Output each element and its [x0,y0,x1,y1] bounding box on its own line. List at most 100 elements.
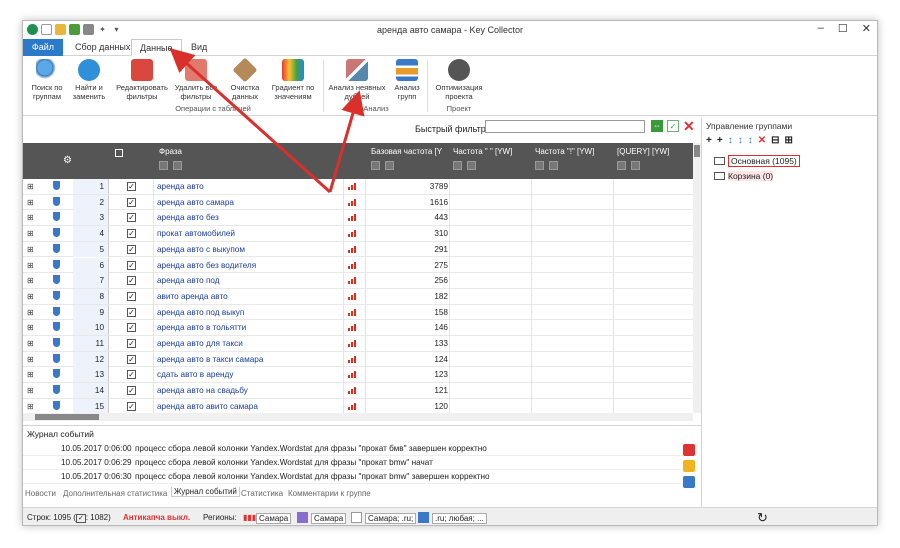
wordstat-bars-icon[interactable] [348,387,356,395]
sort-desc-icon[interactable]: ↕ [738,135,743,146]
filter-check-icon[interactable]: ✓ [667,120,679,132]
table-row[interactable]: ⊞ 4 ✓ прокат автомобилей 310 [23,226,693,242]
search-groups-button[interactable]: Поиск по группам [27,59,67,101]
row-checkbox[interactable]: ✓ [127,386,136,396]
column-base-freq[interactable]: Базовая частота [Y [371,147,442,156]
phrase-cell[interactable]: аренда авто авито самара [157,399,258,413]
apply-filter-icon[interactable]: ⇔ [651,120,663,132]
quick-filter-input[interactable] [485,120,645,133]
row-checkbox[interactable]: ✓ [127,260,136,270]
column-filter-icon[interactable] [159,161,168,170]
table-row[interactable]: ⊞ 14 ✓ аренда авто на свадьбу 121 [23,383,693,399]
wordstat-bars-icon[interactable] [348,214,356,222]
edit-filters-button[interactable]: Редактировать фильтры [115,59,169,101]
table-row[interactable]: ⊞ 8 ✓ авито аренда авто 182 [23,288,693,305]
gradient-button[interactable]: Градиент по значениям [269,59,317,101]
row-checkbox[interactable]: ✓ [127,339,136,348]
row-checkbox[interactable]: ✓ [127,291,136,301]
table-row[interactable]: ⊞ 13 ✓ сдать авто в аренду 123 [23,367,693,384]
region-yandex[interactable]: Самара; .ru; [365,513,417,524]
tab-stats[interactable]: Статистика [241,489,283,498]
column-settings-icon[interactable]: ⚙ [63,155,72,166]
wordstat-bars-icon[interactable] [348,308,356,316]
table-row[interactable]: ⊞ 9 ✓ аренда авто под выкуп 158 [23,304,693,321]
tab-extra-stats[interactable]: Дополнительная статистика [63,489,167,498]
expand-row-icon[interactable]: ⊞ [27,308,34,317]
phrase-cell[interactable]: аренда авто без водителя [157,258,256,273]
column-quote-freq[interactable]: Частота " " [YW] [453,147,512,156]
tab-group-comments[interactable]: Комментарии к группе [288,489,371,498]
phrase-cell[interactable]: аренда авто [157,179,204,194]
table-row[interactable]: ⊞ 5 ✓ аренда авто с выкупом 291 [23,241,693,258]
expand-row-icon[interactable]: ⊞ [27,402,34,411]
group-item-main[interactable]: Основная (1095) [714,155,800,167]
column-filter-clear-icon[interactable] [631,161,640,170]
phrase-cell[interactable]: авито аренда авто [157,289,228,304]
horizontal-scrollbar[interactable] [23,413,693,421]
phrase-cell[interactable]: аренда авто под [157,273,220,288]
column-filter-clear-icon[interactable] [385,161,394,170]
sort-asc-icon[interactable]: ↕ [728,135,733,146]
expand-row-icon[interactable]: ⊞ [27,339,34,348]
wordstat-bars-icon[interactable] [348,183,356,190]
row-checkbox[interactable]: ✓ [127,182,136,191]
wordstat-bars-icon[interactable] [348,277,356,285]
column-filter-icon[interactable] [617,161,626,170]
optimize-project-button[interactable]: Оптимизация проекта [431,59,487,101]
maximize-icon[interactable]: ☐ [838,22,848,35]
expand-row-icon[interactable]: ⊞ [27,182,34,191]
table-row[interactable]: ⊞ 3 ✓ аренда авто без 443 [23,210,693,227]
row-checkbox[interactable]: ✓ [127,354,136,364]
phrase-cell[interactable]: аренда авто в тольятти [157,320,246,335]
analyze-groups-button[interactable]: Анализ групп [389,59,425,101]
warning-filter-icon[interactable] [683,460,695,472]
table-row[interactable]: ⊞ 12 ✓ аренда авто в такси самара 124 [23,351,693,368]
column-phrase[interactable]: Фраза [159,147,182,156]
expand-row-icon[interactable]: ⊞ [27,323,34,332]
tab-view[interactable]: Вид [183,39,215,56]
wordstat-bars-icon[interactable] [348,340,356,347]
add-group-icon[interactable]: + [706,135,712,146]
add-subgroup-icon[interactable]: + [717,135,723,146]
column-filter-icon[interactable] [453,161,462,170]
collapse-icon[interactable]: ⊟ [771,135,779,146]
wordstat-bars-icon[interactable] [348,261,356,269]
row-checkbox[interactable]: ✓ [127,197,136,207]
minimize-icon[interactable]: – [818,22,824,35]
sort-icon[interactable]: ↕ [748,135,753,146]
row-checkbox[interactable]: ✓ [127,307,136,317]
wordstat-bars-icon[interactable] [348,245,356,253]
wordstat-bars-icon[interactable] [348,324,356,332]
expand-row-icon[interactable]: ⊞ [27,276,34,285]
tab-data[interactable]: Данные [131,39,182,56]
phrase-cell[interactable]: прокат автомобилей [157,226,235,241]
anticaptcha-status[interactable]: Антикапча выкл. [123,513,190,522]
region-wordstat[interactable]: Самара [256,513,292,524]
column-excl-freq[interactable]: Частота "!" [YW] [535,147,594,156]
delete-group-icon[interactable]: ✕ [758,135,766,146]
wordstat-bars-icon[interactable] [348,355,356,363]
tab-file[interactable]: Файл [23,39,63,56]
wordstat-bars-icon[interactable] [348,198,356,206]
column-filter-clear-icon[interactable] [549,161,558,170]
expand-row-icon[interactable]: ⊞ [27,198,34,207]
analyze-duplicates-button[interactable]: Анализ неявных дублей [327,59,387,101]
row-checkbox[interactable]: ✓ [127,370,136,380]
expand-row-icon[interactable]: ⊞ [27,292,34,301]
expand-row-icon[interactable]: ⊞ [27,370,34,379]
expand-row-icon[interactable]: ⊞ [27,261,34,270]
expand-row-icon[interactable]: ⊞ [27,386,34,395]
tab-event-log[interactable]: Журнал событий [171,487,240,497]
row-checkbox[interactable]: ✓ [127,276,136,286]
expand-row-icon[interactable]: ⊞ [27,213,34,222]
expand-row-icon[interactable]: ⊞ [27,245,34,254]
error-filter-icon[interactable] [683,444,695,456]
find-replace-button[interactable]: Найти и заменить [69,59,109,101]
close-icon[interactable]: ✕ [862,22,871,35]
phrase-cell[interactable]: аренда авто под выкуп [157,305,244,320]
column-filter-icon[interactable] [371,161,380,170]
phrase-cell[interactable]: аренда авто без [157,210,219,225]
tab-collect[interactable]: Сбор данных [67,39,138,56]
table-row[interactable]: ⊞ 7 ✓ аренда авто под 256 [23,273,693,289]
wordstat-bars-icon[interactable] [348,292,356,300]
